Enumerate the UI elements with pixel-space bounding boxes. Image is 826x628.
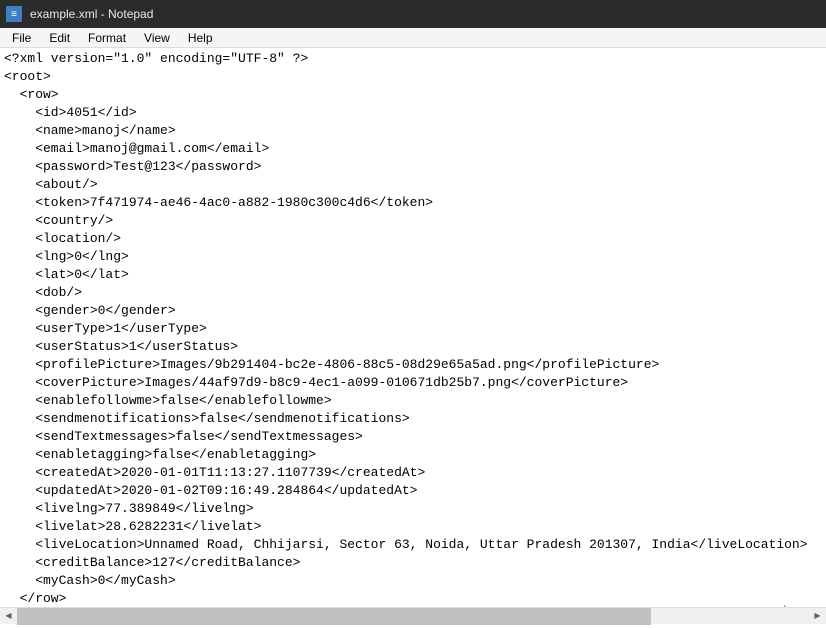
menu-format[interactable]: Format: [80, 29, 134, 47]
horizontal-scrollbar[interactable]: ◀ ▶: [0, 607, 826, 624]
titlebar: ≡ example.xml - Notepad: [0, 0, 826, 28]
scroll-track[interactable]: [17, 608, 809, 625]
menu-file[interactable]: File: [4, 29, 39, 47]
notepad-icon: ≡: [6, 6, 22, 22]
scroll-right-arrow-icon[interactable]: ▶: [809, 608, 826, 625]
menu-view[interactable]: View: [136, 29, 178, 47]
scroll-left-arrow-icon[interactable]: ◀: [0, 608, 17, 625]
scroll-thumb[interactable]: [17, 608, 651, 625]
menubar: File Edit Format View Help: [0, 28, 826, 48]
menu-edit[interactable]: Edit: [41, 29, 78, 47]
text-area[interactable]: <?xml version="1.0" encoding="UTF-8" ?> …: [0, 48, 826, 628]
window-title: example.xml - Notepad: [30, 7, 153, 21]
menu-help[interactable]: Help: [180, 29, 221, 47]
